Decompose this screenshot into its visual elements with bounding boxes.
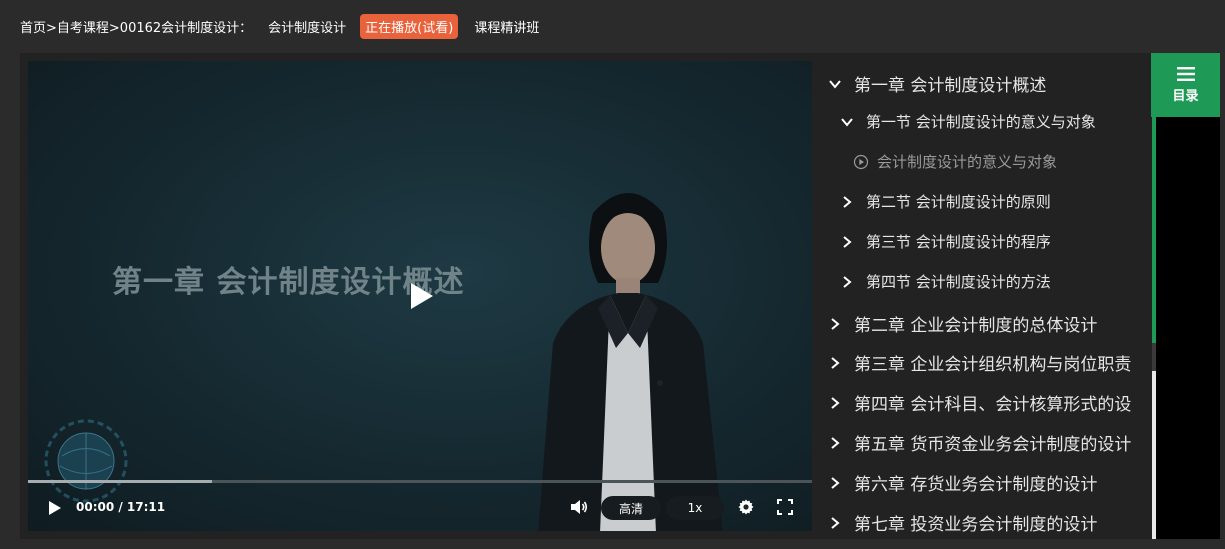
catalog-item-label: 第六章 存货业务会计制度的设计 [854, 475, 1098, 495]
catalog-chapter[interactable]: 第四章 会计科目、会计核算形式的设 [828, 390, 1131, 415]
gear-icon[interactable] [738, 499, 754, 515]
play-icon[interactable] [46, 500, 62, 516]
menu-icon [1176, 66, 1195, 81]
catalog-section[interactable]: 第二节 会计制度设计的原则 [840, 191, 1051, 212]
chevron-right-icon [831, 476, 840, 489]
catalog-item-label: 第一章 会计制度设计概述 [854, 76, 1047, 96]
catalog-item-label: 第五章 货币资金业务会计制度的设计 [854, 435, 1132, 455]
quality-button[interactable]: 高清 [601, 496, 661, 520]
volume-icon[interactable] [570, 499, 588, 515]
catalog-item-label: 第四节 会计制度设计的方法 [866, 273, 1051, 291]
catalog-item-label: 第二章 企业会计制度的总体设计 [854, 316, 1098, 336]
control-bar: 00:00 / 17:11 高清 1x [28, 483, 812, 531]
chevron-right-icon [843, 235, 852, 248]
breadcrumb-course-code: 00162会计制度设计： [119, 20, 253, 36]
chevron-right-icon [831, 436, 840, 449]
big-play-icon[interactable] [406, 281, 436, 311]
chevron-right-icon [843, 275, 852, 288]
play-circle-icon [853, 154, 869, 169]
catalog-chapter[interactable]: 第五章 货币资金业务会计制度的设计 [828, 430, 1131, 455]
catalog-list: 第一章 会计制度设计概述第一节 会计制度设计的意义与对象会计制度设计的意义与对象… [820, 61, 1150, 539]
catalog-item-label: 第四章 会计科目、会计核算形式的设 [854, 395, 1132, 415]
time-display: 00:00 / 17:11 [76, 500, 166, 514]
catalog-item-label: 第一节 会计制度设计的意义与对象 [866, 113, 1096, 131]
class-name: 课程精讲班 [474, 20, 540, 36]
catalog-chapter[interactable]: 第六章 存货业务会计制度的设计 [828, 470, 1097, 495]
chevron-right-icon [831, 516, 840, 529]
speed-button[interactable]: 1x [666, 496, 724, 520]
fullscreen-icon[interactable] [777, 499, 793, 515]
catalog-chapter[interactable]: 第七章 投资业务会计制度的设计 [828, 510, 1097, 535]
chevron-right-icon [831, 356, 840, 369]
catalog-section[interactable]: 第一节 会计制度设计的意义与对象 [840, 111, 1096, 132]
catalog-chapter[interactable]: 第二章 企业会计制度的总体设计 [828, 311, 1097, 336]
catalog-item-label: 第三节 会计制度设计的程序 [866, 233, 1051, 251]
breadcrumb-course-name: 会计制度设计 [268, 20, 347, 36]
catalog-item-label: 第三章 企业会计组织机构与岗位职责 [854, 355, 1132, 375]
catalog-item-label: 会计制度设计的意义与对象 [877, 153, 1058, 171]
catalog-chapter[interactable]: 第一章 会计制度设计概述 [828, 71, 1046, 96]
breadcrumb-bar: 首页>自考课程> 00162会计制度设计： 会计制度设计 正在播放(试看) 课程… [0, 0, 1225, 52]
catalog-lesson[interactable]: 会计制度设计的意义与对象 [853, 151, 1057, 172]
catalog-tab-label: 目录 [1172, 88, 1199, 104]
chevron-right-icon [831, 317, 840, 330]
chevron-right-icon [843, 195, 852, 208]
catalog-item-label: 第二节 会计制度设计的原则 [866, 193, 1051, 211]
side-panel-strip [1156, 117, 1220, 539]
chevron-right-icon [831, 396, 840, 409]
chevron-down-icon [841, 117, 853, 127]
now-playing-badge: 正在播放(试看) [360, 13, 459, 39]
video-player[interactable]: 第一章 会计制度设计概述 00:00 / 17:11 高清 1x [28, 61, 812, 531]
catalog-chapter[interactable]: 第三章 企业会计组织机构与岗位职责 [828, 350, 1131, 375]
catalog-section[interactable]: 第三节 会计制度设计的程序 [840, 231, 1051, 252]
catalog-section[interactable]: 第四节 会计制度设计的方法 [840, 271, 1051, 292]
player-panel: 第一章 会计制度设计概述 00:00 / 17:11 高清 1x 第一章 会计制… [20, 53, 1220, 539]
presenter-figure [538, 193, 723, 531]
chevron-down-icon [829, 79, 841, 89]
breadcrumb-home[interactable]: 首页>自考课程> [20, 17, 120, 36]
catalog-item-label: 第七章 投资业务会计制度的设计 [854, 515, 1098, 535]
catalog-tab[interactable]: 目录 [1151, 53, 1220, 117]
